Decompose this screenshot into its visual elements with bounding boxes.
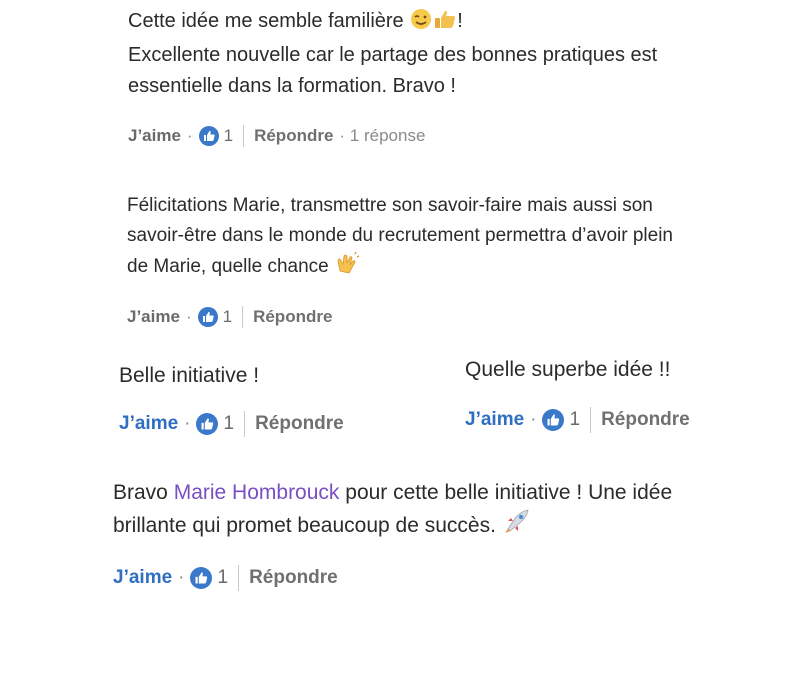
like-button[interactable]: J’aime — [465, 405, 524, 435]
mention-link[interactable]: Marie Hombrouck — [174, 481, 340, 504]
like-count: 1 — [222, 307, 233, 326]
like-count: 1 — [217, 567, 229, 588]
reply-button[interactable]: Répondre — [255, 409, 344, 439]
like-reaction-icon[interactable] — [542, 409, 565, 431]
comment-4: Quelle superbe idée !! J’aime · 1 Répond… — [465, 355, 690, 435]
comment-4-text: Quelle superbe idée !! — [465, 358, 671, 381]
thumbs-up-emoji-icon — [433, 8, 457, 40]
comment-5-text: Bravo Marie Hombrouck pour cette belle i… — [113, 477, 672, 545]
like-button[interactable]: J’aime — [128, 120, 181, 151]
separator-dot: · — [185, 307, 192, 326]
separator-dot: · — [178, 567, 185, 588]
comment-1: Cette idée me semble familière ! Excelle… — [128, 6, 657, 151]
like-reaction-icon[interactable] — [198, 125, 219, 146]
comment-1-line-1-suffix: ! — [457, 10, 463, 32]
comment-2-line-1: Félicitations Marie, transmettre son sav… — [127, 195, 653, 216]
divider — [242, 306, 244, 328]
like-button[interactable]: J’aime — [119, 409, 178, 439]
winking-face-emoji-icon — [409, 8, 433, 40]
like-button[interactable]: J’aime — [127, 302, 180, 332]
separator-dot: · — [530, 409, 537, 430]
comment-2: Félicitations Marie, transmettre son sav… — [127, 191, 673, 332]
like-button[interactable]: J’aime — [113, 562, 172, 594]
comment-1-text: Cette idée me semble familière ! Excelle… — [128, 6, 657, 102]
rocket-emoji-icon — [502, 509, 530, 545]
like-count: 1 — [223, 126, 234, 145]
divider — [238, 565, 240, 591]
reply-button[interactable]: Répondre — [249, 562, 338, 594]
replies-link[interactable]: · 1 réponse — [339, 120, 425, 151]
comment-3-text: Belle initiative ! — [119, 364, 260, 387]
comment-5-actions: J’aime · 1 Répondre — [113, 562, 672, 594]
reply-button[interactable]: Répondre — [254, 120, 333, 151]
comment-5-suffix: pour cette belle initiative ! Une idée — [345, 481, 673, 504]
comment-5-prefix: Bravo — [113, 481, 168, 504]
comment-1-line-3: essentielle dans la formation. Bravo ! — [128, 75, 456, 97]
separator-dot: · — [184, 413, 191, 434]
comment-4-actions: J’aime · 1 Répondre — [465, 405, 690, 435]
comment-5-line-2: brillante qui promet beaucoup de succès. — [113, 514, 496, 537]
like-count: 1 — [569, 409, 581, 430]
comment-2-line-3: de Marie, quelle chance — [127, 256, 329, 277]
comment-5: Bravo Marie Hombrouck pour cette belle i… — [113, 477, 672, 594]
comment-1-actions: J’aime · 1 Répondre · 1 réponse — [128, 120, 657, 151]
comment-2-actions: J’aime · 1 Répondre — [127, 302, 673, 332]
comment-1-line-2: Excellente nouvelle car le partage des b… — [128, 44, 658, 66]
like-reaction-icon[interactable] — [190, 567, 213, 589]
divider — [244, 411, 246, 437]
reply-button[interactable]: Répondre — [253, 302, 332, 332]
divider — [590, 407, 592, 433]
comment-2-text: Félicitations Marie, transmettre son sav… — [127, 191, 673, 285]
clapping-hands-emoji-icon — [334, 251, 360, 285]
comment-3-actions: J’aime · 1 Répondre — [119, 409, 344, 439]
like-reaction-icon[interactable] — [196, 413, 219, 435]
like-reaction-icon[interactable] — [197, 307, 218, 327]
reply-button[interactable]: Répondre — [601, 405, 690, 435]
divider — [243, 124, 245, 147]
comment-2-line-2: savoir-être dans le monde du recrutement… — [127, 225, 673, 246]
comment-1-line-1: Cette idée me semble familière — [128, 10, 404, 32]
like-count: 1 — [223, 413, 235, 434]
separator-dot: · — [186, 126, 193, 145]
comment-3: Belle initiative ! J’aime · 1 Répondre — [119, 361, 344, 439]
